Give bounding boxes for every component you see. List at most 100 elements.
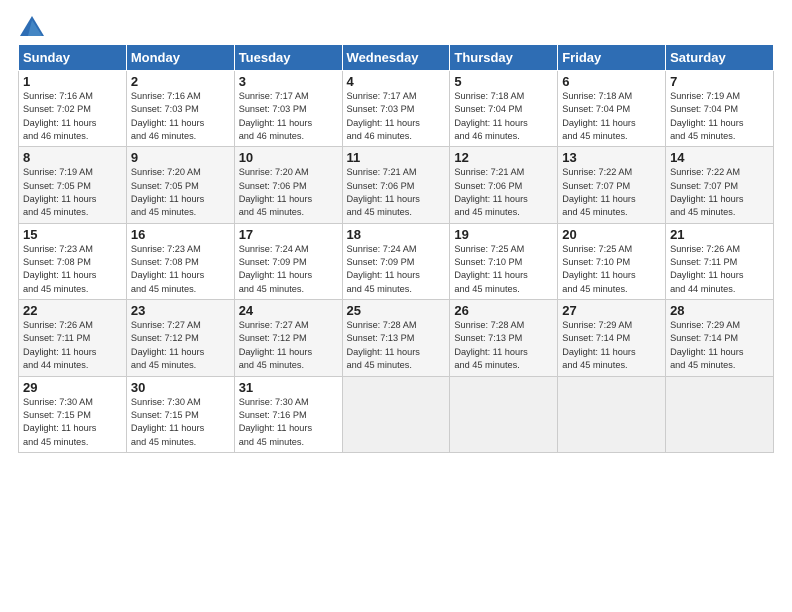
- calendar-row: 29Sunrise: 7:30 AM Sunset: 7:15 PM Dayli…: [19, 376, 774, 452]
- calendar-cell: [450, 376, 558, 452]
- day-number: 16: [131, 227, 230, 242]
- day-info: Sunrise: 7:22 AM Sunset: 7:07 PM Dayligh…: [670, 166, 769, 219]
- day-number: 11: [347, 150, 446, 165]
- calendar-cell: 2Sunrise: 7:16 AM Sunset: 7:03 PM Daylig…: [126, 71, 234, 147]
- calendar-cell: 13Sunrise: 7:22 AM Sunset: 7:07 PM Dayli…: [558, 147, 666, 223]
- day-info: Sunrise: 7:26 AM Sunset: 7:11 PM Dayligh…: [670, 243, 769, 296]
- day-number: 3: [239, 74, 338, 89]
- day-number: 2: [131, 74, 230, 89]
- day-info: Sunrise: 7:30 AM Sunset: 7:16 PM Dayligh…: [239, 396, 338, 449]
- day-number: 28: [670, 303, 769, 318]
- day-number: 20: [562, 227, 661, 242]
- day-number: 31: [239, 380, 338, 395]
- day-info: Sunrise: 7:25 AM Sunset: 7:10 PM Dayligh…: [562, 243, 661, 296]
- calendar-cell: 30Sunrise: 7:30 AM Sunset: 7:15 PM Dayli…: [126, 376, 234, 452]
- day-number: 10: [239, 150, 338, 165]
- day-number: 17: [239, 227, 338, 242]
- calendar-row: 15Sunrise: 7:23 AM Sunset: 7:08 PM Dayli…: [19, 223, 774, 299]
- day-number: 7: [670, 74, 769, 89]
- day-number: 8: [23, 150, 122, 165]
- day-number: 6: [562, 74, 661, 89]
- logo-icon: [18, 14, 46, 42]
- day-info: Sunrise: 7:25 AM Sunset: 7:10 PM Dayligh…: [454, 243, 553, 296]
- calendar-cell: 28Sunrise: 7:29 AM Sunset: 7:14 PM Dayli…: [666, 300, 774, 376]
- day-info: Sunrise: 7:18 AM Sunset: 7:04 PM Dayligh…: [562, 90, 661, 143]
- calendar-cell: 21Sunrise: 7:26 AM Sunset: 7:11 PM Dayli…: [666, 223, 774, 299]
- day-number: 29: [23, 380, 122, 395]
- header-day: Wednesday: [342, 45, 450, 71]
- day-info: Sunrise: 7:22 AM Sunset: 7:07 PM Dayligh…: [562, 166, 661, 219]
- calendar-cell: 25Sunrise: 7:28 AM Sunset: 7:13 PM Dayli…: [342, 300, 450, 376]
- calendar-cell: 9Sunrise: 7:20 AM Sunset: 7:05 PM Daylig…: [126, 147, 234, 223]
- logo: [18, 14, 50, 42]
- calendar-cell: 19Sunrise: 7:25 AM Sunset: 7:10 PM Dayli…: [450, 223, 558, 299]
- calendar-cell: 8Sunrise: 7:19 AM Sunset: 7:05 PM Daylig…: [19, 147, 127, 223]
- calendar-cell: 26Sunrise: 7:28 AM Sunset: 7:13 PM Dayli…: [450, 300, 558, 376]
- header-day: Saturday: [666, 45, 774, 71]
- calendar-cell: 7Sunrise: 7:19 AM Sunset: 7:04 PM Daylig…: [666, 71, 774, 147]
- calendar-cell: 17Sunrise: 7:24 AM Sunset: 7:09 PM Dayli…: [234, 223, 342, 299]
- day-info: Sunrise: 7:17 AM Sunset: 7:03 PM Dayligh…: [347, 90, 446, 143]
- calendar-cell: 24Sunrise: 7:27 AM Sunset: 7:12 PM Dayli…: [234, 300, 342, 376]
- header-day: Sunday: [19, 45, 127, 71]
- day-number: 19: [454, 227, 553, 242]
- day-number: 23: [131, 303, 230, 318]
- header-day: Monday: [126, 45, 234, 71]
- calendar-cell: [342, 376, 450, 452]
- calendar-cell: 1Sunrise: 7:16 AM Sunset: 7:02 PM Daylig…: [19, 71, 127, 147]
- calendar-row: 1Sunrise: 7:16 AM Sunset: 7:02 PM Daylig…: [19, 71, 774, 147]
- day-info: Sunrise: 7:20 AM Sunset: 7:06 PM Dayligh…: [239, 166, 338, 219]
- calendar-cell: 20Sunrise: 7:25 AM Sunset: 7:10 PM Dayli…: [558, 223, 666, 299]
- calendar-cell: 4Sunrise: 7:17 AM Sunset: 7:03 PM Daylig…: [342, 71, 450, 147]
- calendar-cell: 3Sunrise: 7:17 AM Sunset: 7:03 PM Daylig…: [234, 71, 342, 147]
- page: SundayMondayTuesdayWednesdayThursdayFrid…: [0, 0, 792, 463]
- day-info: Sunrise: 7:21 AM Sunset: 7:06 PM Dayligh…: [454, 166, 553, 219]
- day-info: Sunrise: 7:26 AM Sunset: 7:11 PM Dayligh…: [23, 319, 122, 372]
- day-info: Sunrise: 7:16 AM Sunset: 7:02 PM Dayligh…: [23, 90, 122, 143]
- day-info: Sunrise: 7:27 AM Sunset: 7:12 PM Dayligh…: [131, 319, 230, 372]
- header-day: Tuesday: [234, 45, 342, 71]
- day-info: Sunrise: 7:28 AM Sunset: 7:13 PM Dayligh…: [347, 319, 446, 372]
- day-number: 26: [454, 303, 553, 318]
- day-info: Sunrise: 7:17 AM Sunset: 7:03 PM Dayligh…: [239, 90, 338, 143]
- day-info: Sunrise: 7:28 AM Sunset: 7:13 PM Dayligh…: [454, 319, 553, 372]
- header-day: Friday: [558, 45, 666, 71]
- day-number: 18: [347, 227, 446, 242]
- day-info: Sunrise: 7:20 AM Sunset: 7:05 PM Dayligh…: [131, 166, 230, 219]
- day-number: 4: [347, 74, 446, 89]
- day-number: 25: [347, 303, 446, 318]
- day-number: 14: [670, 150, 769, 165]
- day-info: Sunrise: 7:30 AM Sunset: 7:15 PM Dayligh…: [23, 396, 122, 449]
- header: [18, 10, 774, 42]
- calendar-cell: 6Sunrise: 7:18 AM Sunset: 7:04 PM Daylig…: [558, 71, 666, 147]
- day-info: Sunrise: 7:29 AM Sunset: 7:14 PM Dayligh…: [670, 319, 769, 372]
- calendar-cell: 23Sunrise: 7:27 AM Sunset: 7:12 PM Dayli…: [126, 300, 234, 376]
- calendar-cell: 31Sunrise: 7:30 AM Sunset: 7:16 PM Dayli…: [234, 376, 342, 452]
- calendar-cell: 12Sunrise: 7:21 AM Sunset: 7:06 PM Dayli…: [450, 147, 558, 223]
- day-number: 30: [131, 380, 230, 395]
- day-number: 9: [131, 150, 230, 165]
- day-number: 1: [23, 74, 122, 89]
- calendar-table: SundayMondayTuesdayWednesdayThursdayFrid…: [18, 44, 774, 453]
- calendar-cell: 15Sunrise: 7:23 AM Sunset: 7:08 PM Dayli…: [19, 223, 127, 299]
- calendar-cell: 22Sunrise: 7:26 AM Sunset: 7:11 PM Dayli…: [19, 300, 127, 376]
- calendar-cell: 14Sunrise: 7:22 AM Sunset: 7:07 PM Dayli…: [666, 147, 774, 223]
- day-info: Sunrise: 7:29 AM Sunset: 7:14 PM Dayligh…: [562, 319, 661, 372]
- day-number: 21: [670, 227, 769, 242]
- day-number: 27: [562, 303, 661, 318]
- calendar-cell: [558, 376, 666, 452]
- calendar-row: 22Sunrise: 7:26 AM Sunset: 7:11 PM Dayli…: [19, 300, 774, 376]
- calendar-cell: 10Sunrise: 7:20 AM Sunset: 7:06 PM Dayli…: [234, 147, 342, 223]
- day-info: Sunrise: 7:23 AM Sunset: 7:08 PM Dayligh…: [23, 243, 122, 296]
- day-info: Sunrise: 7:24 AM Sunset: 7:09 PM Dayligh…: [239, 243, 338, 296]
- calendar-cell: [666, 376, 774, 452]
- day-info: Sunrise: 7:16 AM Sunset: 7:03 PM Dayligh…: [131, 90, 230, 143]
- day-number: 15: [23, 227, 122, 242]
- day-info: Sunrise: 7:19 AM Sunset: 7:04 PM Dayligh…: [670, 90, 769, 143]
- day-info: Sunrise: 7:18 AM Sunset: 7:04 PM Dayligh…: [454, 90, 553, 143]
- calendar-cell: 27Sunrise: 7:29 AM Sunset: 7:14 PM Dayli…: [558, 300, 666, 376]
- day-info: Sunrise: 7:24 AM Sunset: 7:09 PM Dayligh…: [347, 243, 446, 296]
- day-info: Sunrise: 7:23 AM Sunset: 7:08 PM Dayligh…: [131, 243, 230, 296]
- header-day: Thursday: [450, 45, 558, 71]
- calendar-row: 8Sunrise: 7:19 AM Sunset: 7:05 PM Daylig…: [19, 147, 774, 223]
